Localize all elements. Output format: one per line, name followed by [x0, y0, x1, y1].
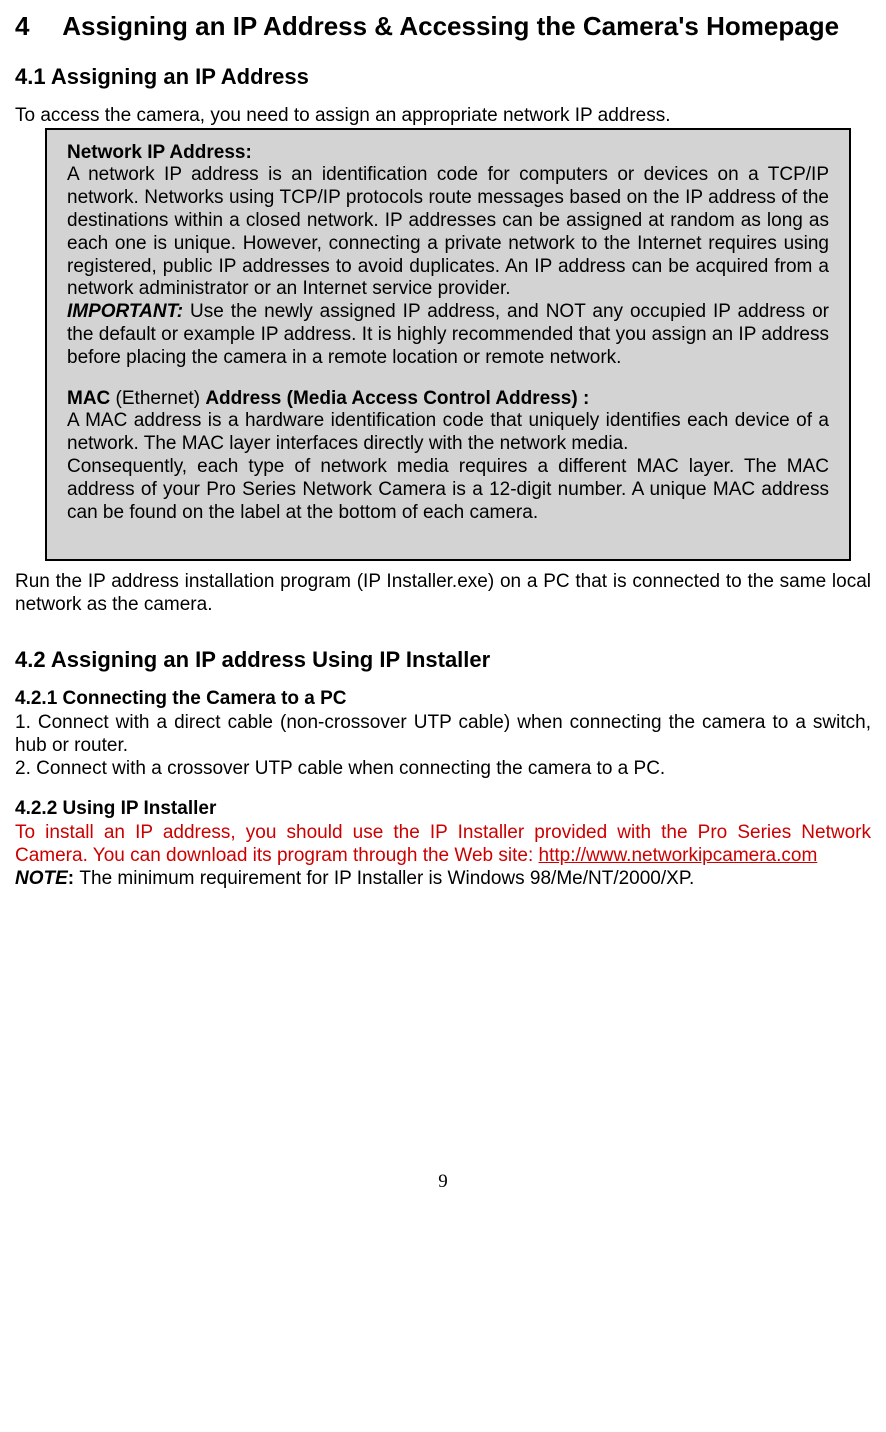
- spacer: [15, 617, 871, 637]
- mac-title-line: MAC (Ethernet) Address (Media Access Con…: [67, 388, 829, 411]
- important-paragraph: IMPORTANT: Use the newly assigned IP add…: [67, 301, 829, 369]
- info-box: Network IP Address: A network IP address…: [45, 128, 851, 562]
- chapter-number: 4: [15, 10, 55, 44]
- section-4-2-1-heading: 4.2.1 Connecting the Camera to a PC: [15, 688, 871, 710]
- ip-address-body: A network IP address is an identificatio…: [67, 164, 829, 301]
- section-4-2-2-body: To install an IP address, you should use…: [15, 822, 871, 868]
- chapter-title: Assigning an IP Address & Accessing the …: [62, 10, 862, 44]
- spacer: [67, 370, 829, 388]
- note-line: NOTE: The minimum requirement for IP Ins…: [15, 868, 871, 891]
- page-number: 9: [15, 1171, 871, 1193]
- section-4-1-intro: To access the camera, you need to assign…: [15, 105, 871, 128]
- section-4-1-heading: 4.1 Assigning an IP Address: [15, 64, 871, 90]
- mac-body-2: Consequently, each type of network media…: [67, 456, 829, 524]
- section-4-2-1-item1: 1. Connect with a direct cable (non-cros…: [15, 712, 871, 758]
- mac-title-suffix: Address (Media Access Control Address) :: [205, 388, 589, 409]
- mac-title-mid: (Ethernet): [110, 388, 205, 409]
- document-page: 4 Assigning an IP Address & Accessing th…: [0, 0, 886, 1233]
- mac-body-1: A MAC address is a hardware identificati…: [67, 410, 829, 456]
- section-4-2-1-item2: 2. Connect with a crossover UTP cable wh…: [15, 758, 871, 781]
- important-label: IMPORTANT:: [67, 301, 183, 322]
- chapter-heading: 4 Assigning an IP Address & Accessing th…: [15, 10, 871, 44]
- post-box-text: Run the IP address installation program …: [15, 571, 871, 617]
- note-colon: :: [68, 868, 80, 889]
- note-body: The minimum requirement for IP Installer…: [79, 868, 694, 889]
- note-label: NOTE: [15, 868, 68, 889]
- spacer: [15, 780, 871, 798]
- mac-title-prefix: MAC: [67, 388, 110, 409]
- website-link[interactable]: http://www.networkipcamera.com: [539, 845, 818, 866]
- section-4-2-heading: 4.2 Assigning an IP address Using IP Ins…: [15, 647, 871, 673]
- section-4-2-2-heading: 4.2.2 Using IP Installer: [15, 798, 871, 820]
- ip-address-title: Network IP Address:: [67, 142, 252, 163]
